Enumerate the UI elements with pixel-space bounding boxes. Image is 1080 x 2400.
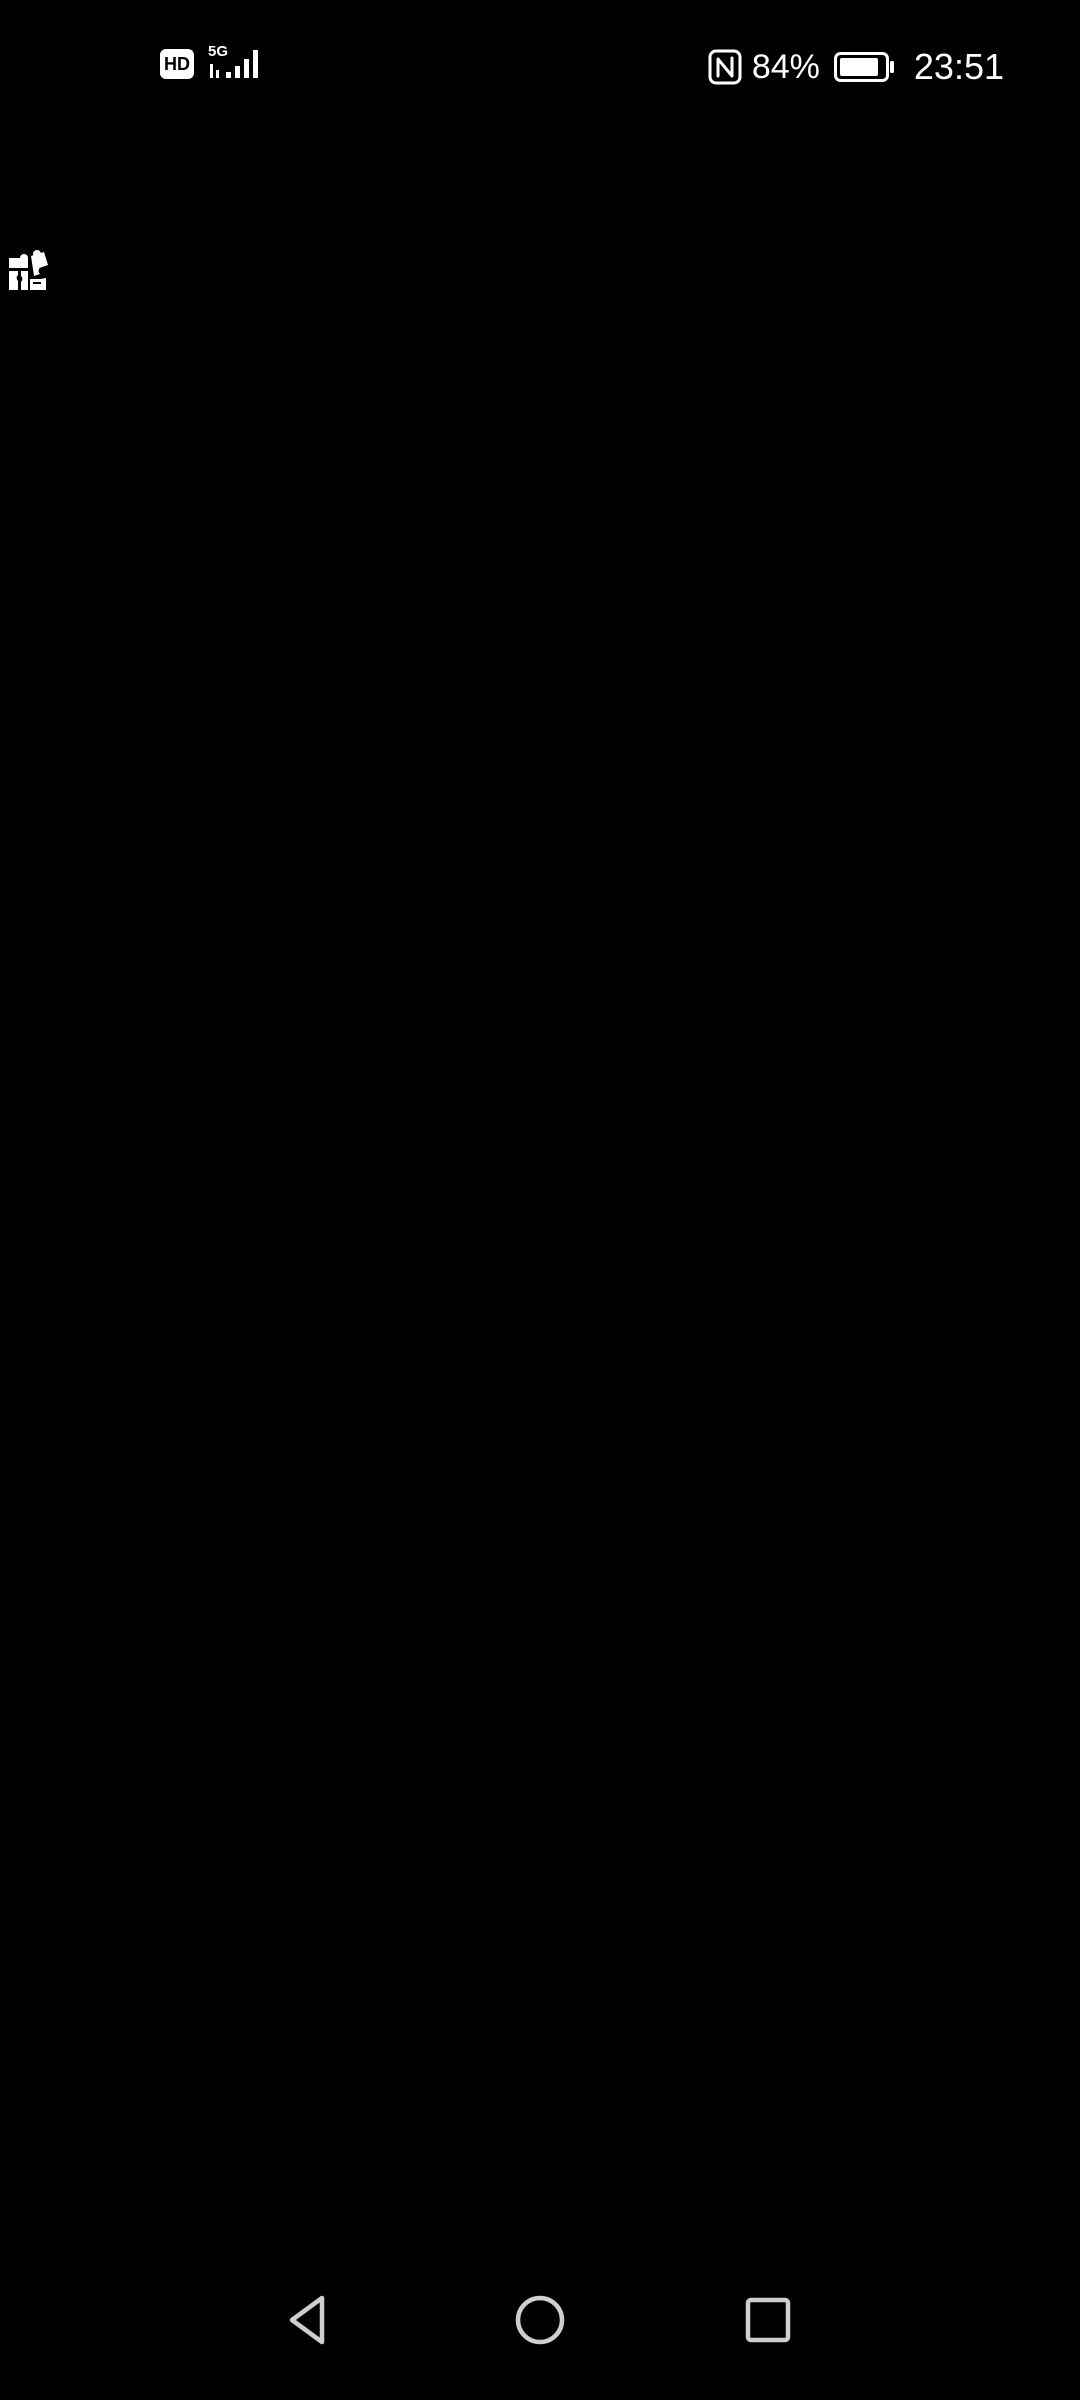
clock: 23:51 [913, 46, 1004, 87]
navigation-bar [0, 2250, 1080, 2400]
back-triangle-icon [289, 2295, 325, 2345]
recents-button[interactable] [728, 2280, 808, 2360]
status-right-group: 84% 23:51 [708, 42, 1004, 92]
status-left-group: HD 5G [160, 44, 266, 84]
cellular-signal-icon [210, 50, 258, 78]
battery-icon [833, 52, 894, 82]
battery-percent: 84% [751, 48, 820, 86]
home-button[interactable] [500, 2280, 580, 2360]
back-button[interactable] [268, 2280, 348, 2360]
hd-label: HD [164, 54, 190, 74]
home-circle-icon [515, 2295, 565, 2345]
status-bar: HD 5G 84% 23:51 [0, 0, 1080, 140]
recents-square-icon [745, 2297, 791, 2343]
nfc-icon [708, 49, 742, 85]
network-indicator: 5G [208, 44, 266, 84]
puzzle-extension-icon[interactable] [6, 248, 52, 294]
hd-badge: HD [160, 49, 194, 79]
